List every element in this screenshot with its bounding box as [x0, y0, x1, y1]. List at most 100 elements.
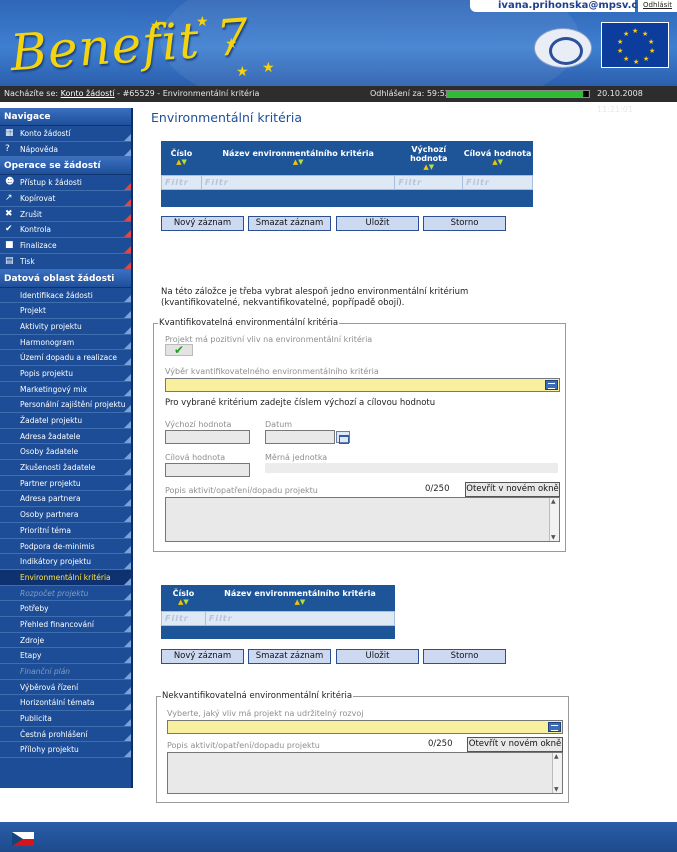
- textarea-scrollbar[interactable]: [549, 498, 559, 541]
- sidebar-item-vyberova-rizeni[interactable]: Výběrová řízení: [0, 680, 131, 696]
- corner-marker: [124, 734, 131, 742]
- sidebar-header-operations: Operace se žádostí: [0, 157, 131, 176]
- sidebar-item-zdroje[interactable]: Zdroje: [0, 633, 131, 649]
- save-button[interactable]: Uložit: [336, 216, 419, 231]
- users-icon: ☻: [5, 177, 15, 188]
- positive-impact-checkbox[interactable]: ✔: [165, 344, 193, 356]
- column-header-number[interactable]: Číslo ▲▼: [162, 141, 202, 175]
- nonquant-select[interactable]: [167, 720, 563, 734]
- filter-target-value[interactable]: Filtr: [462, 174, 533, 190]
- sidebar-item-osoby-zadatele[interactable]: Osoby žadatele: [0, 444, 131, 461]
- column-header-target-value[interactable]: Cílová hodnota ▲▼: [463, 141, 533, 175]
- corner-marker: [124, 656, 131, 663]
- sidebar-item-etapy[interactable]: Etapy: [0, 648, 131, 664]
- sidebar-item-cestna-prohlaseni[interactable]: Čestná prohlášení: [0, 727, 131, 743]
- sidebar-item-adresa-partnera[interactable]: Adresa partnera: [0, 491, 131, 508]
- delete-record-button[interactable]: Smazat záznam: [248, 216, 331, 231]
- sidebar-item-kopirovat[interactable]: ↗ Kopírovat: [0, 191, 131, 207]
- sidebar-item-napoveda[interactable]: ? Nápověda: [0, 142, 131, 158]
- column-header-criterion-name[interactable]: Název environmentálního kritéria ▲▼: [205, 585, 394, 611]
- sidebar-item-label: Personální zajištění projektu: [20, 400, 126, 410]
- sidebar-item-prioritni-tema[interactable]: Prioritní téma: [0, 523, 131, 539]
- corner-marker: [124, 230, 131, 238]
- sidebar-item-kontrola[interactable]: ✔ Kontrola: [0, 222, 131, 239]
- column-header-criterion-name[interactable]: Název environmentálního kritéria ▲▼: [201, 141, 394, 175]
- filter-criterion-name[interactable]: Filtr: [204, 610, 396, 626]
- czech-flag-icon[interactable]: [12, 832, 34, 846]
- sidebar-item-osoby-partnera[interactable]: Osoby partnera: [0, 507, 131, 523]
- date-input[interactable]: [265, 430, 335, 444]
- date: 20.10.2008: [597, 89, 643, 98]
- sidebar-item-prilohy-projektu[interactable]: Přílohy projektu: [0, 742, 131, 759]
- sidebar-item-adresa-zadatele[interactable]: Adresa žadatele: [0, 429, 131, 445]
- filter-number[interactable]: Filtr: [161, 174, 202, 190]
- cancel-button[interactable]: Storno: [423, 216, 506, 231]
- textarea-scrollbar[interactable]: [552, 753, 562, 793]
- corner-marker: [124, 405, 131, 412]
- filter-number[interactable]: Filtr: [161, 610, 206, 626]
- corner-marker: [124, 530, 131, 538]
- sidebar-item-podpora-de-minimis[interactable]: Podpora de-minimis: [0, 539, 131, 555]
- sidebar-item-konto-zadosti[interactable]: ▦ Konto žádostí: [0, 126, 131, 142]
- sidebar-item-label: Environmentální kritéria: [20, 572, 111, 582]
- sidebar-item-personalni-zajisteni-projektu[interactable]: Personální zajištění projektu: [0, 397, 131, 413]
- sidebar-item-marketingovy-mix[interactable]: Marketingový mix: [0, 382, 131, 398]
- sidebar-item-aktivity-projektu[interactable]: Aktivity projektu: [0, 319, 131, 335]
- sidebar-item-horizontalni-temata[interactable]: Horizontální témata: [0, 695, 131, 712]
- datetime: 20.10.2008 11:21:01: [597, 86, 677, 118]
- delete-record-button-2[interactable]: Smazat záznam: [248, 649, 331, 664]
- print-icon: ▤: [5, 255, 14, 266]
- sidebar-item-label: Finanční plán: [20, 667, 71, 676]
- sidebar-item-publicita[interactable]: Publicita: [0, 711, 131, 727]
- quant-criterion-select[interactable]: [165, 378, 560, 392]
- list-picker-icon[interactable]: [548, 722, 561, 732]
- logout-link[interactable]: Odhlásit: [638, 0, 677, 12]
- sidebar-item-zrusit[interactable]: ✖ Zrušit: [0, 207, 131, 223]
- sidebar-item-partner-projektu[interactable]: Partner projektu: [0, 476, 131, 492]
- target-value-label: Cílová hodnota: [165, 453, 226, 462]
- sidebar-item-zkusenosti-zadatele[interactable]: Zkušenosti žadatele: [0, 460, 131, 476]
- corner-marker: [124, 245, 131, 253]
- column-header-number[interactable]: Číslo ▲▼: [162, 585, 206, 611]
- nonquant-description-textarea[interactable]: [167, 752, 563, 794]
- filter-criterion-name[interactable]: Filtr: [200, 174, 396, 190]
- sidebar-item-harmonogram[interactable]: Harmonogram: [0, 335, 131, 351]
- sidebar-item-zadatel-projektu[interactable]: Žadatel projektu: [0, 413, 131, 429]
- sidebar-item-environmentalni-kriteria[interactable]: Environmentální kritéria: [0, 569, 131, 586]
- calendar-icon[interactable]: [336, 431, 350, 444]
- star-icon: ★: [196, 14, 209, 30]
- quant-open-new-window-button[interactable]: Otevřít v novém okně: [465, 482, 560, 497]
- filter-start-value[interactable]: Filtr: [394, 174, 464, 190]
- sidebar-item-label: Tisk: [20, 256, 35, 266]
- positive-impact-label: Projekt má pozitivní vliv na environment…: [165, 335, 373, 344]
- start-value-label: Výchozí hodnota: [165, 420, 232, 429]
- sidebar-item-label: Finalizace: [20, 241, 57, 251]
- corner-marker: [124, 703, 131, 711]
- quant-description-textarea[interactable]: [165, 497, 560, 542]
- sidebar-item-potreby[interactable]: Potřeby: [0, 601, 131, 617]
- sidebar-item-identifikace-zadosti[interactable]: Identifikace žádosti: [0, 288, 131, 304]
- sidebar-item-label: Harmonogram: [20, 337, 75, 347]
- sidebar-item-label: Přílohy projektu: [20, 745, 79, 755]
- column-header-start-value[interactable]: Výchozí hodnota ▲▼: [395, 141, 463, 175]
- save-button-2[interactable]: Uložit: [336, 649, 419, 664]
- sidebar-item-prehled-financovani[interactable]: Přehled financování: [0, 617, 131, 633]
- sidebar-item-pristup-k-zadosti[interactable]: ☻ Přístup k žádosti: [0, 175, 131, 192]
- cancel-button-2[interactable]: Storno: [423, 649, 506, 664]
- nonquant-open-new-window-button[interactable]: Otevřít v novém okně: [467, 737, 563, 752]
- target-value-input[interactable]: [165, 463, 250, 477]
- sidebar-item-projekt[interactable]: Projekt: [0, 303, 131, 319]
- sidebar-item-label: Rozpočet projektu: [20, 588, 89, 598]
- sidebar-item-tisk[interactable]: ▤ Tisk: [0, 254, 131, 270]
- sidebar-item-indikatory-projektu[interactable]: Indikátory projektu: [0, 554, 131, 570]
- breadcrumb-link[interactable]: Konto žádostí: [61, 89, 115, 98]
- new-record-button[interactable]: Nový záznam: [161, 216, 244, 231]
- list-picker-icon[interactable]: [545, 380, 558, 390]
- corner-marker: [124, 342, 131, 350]
- sidebar-item-label: Výběrová řízení: [20, 682, 79, 692]
- new-record-button-2[interactable]: Nový záznam: [161, 649, 244, 664]
- start-value-input[interactable]: [165, 430, 250, 444]
- sidebar-item-finalizace[interactable]: ■ Finalizace: [0, 238, 131, 254]
- sidebar-item-uzemi-dopadu-a-realizace[interactable]: Území dopadu a realizace: [0, 350, 131, 366]
- sidebar-item-popis-projektu[interactable]: Popis projektu: [0, 366, 131, 382]
